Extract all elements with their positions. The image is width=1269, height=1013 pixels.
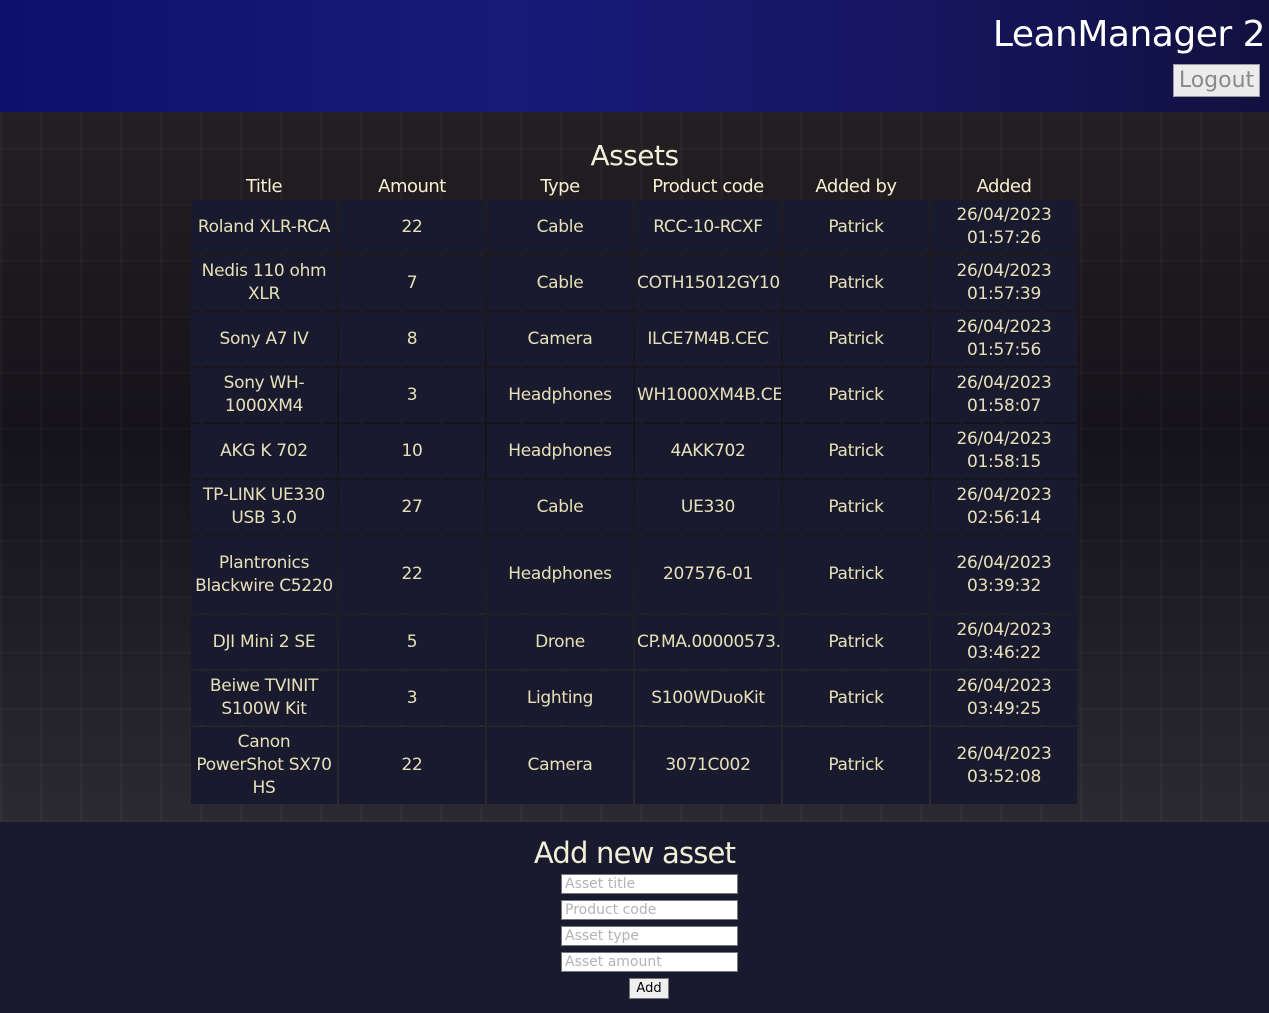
asset-title-input[interactable] — [561, 874, 738, 894]
cell-type: Cable — [487, 200, 633, 254]
cell-added-by: Patrick — [783, 424, 929, 478]
cell-product-code: RCC-10-RCXF — [635, 200, 781, 254]
cell-added: 26/04/2023 03:46:22 — [931, 615, 1077, 669]
cell-added-by: Patrick — [783, 312, 929, 366]
cell-added: 26/04/2023 01:58:07 — [931, 368, 1077, 422]
table-row: Plantronics Blackwire C5220 22 Headphone… — [191, 536, 1077, 613]
column-header-amount: Amount — [378, 175, 446, 197]
add-button[interactable]: Add — [629, 978, 669, 999]
table-row: Sony A7 IV 8 Camera ILCE7M4B.CEC Patrick… — [191, 312, 1077, 366]
cell-title: Canon PowerShot SX70 HS — [191, 727, 337, 804]
cell-added: 26/04/2023 03:39:32 — [931, 536, 1077, 613]
cell-added: 26/04/2023 01:58:15 — [931, 424, 1077, 478]
add-asset-title: Add new asset — [533, 836, 736, 870]
cell-title: TP-LINK UE330 USB 3.0 — [191, 480, 337, 534]
cell-type: Headphones — [487, 368, 633, 422]
cell-title: Sony A7 IV — [191, 312, 337, 366]
table-row: Sony WH-1000XM4 3 Headphones WH1000XM4B.… — [191, 368, 1077, 422]
cell-title: DJI Mini 2 SE — [191, 615, 337, 669]
cell-amount: 27 — [339, 480, 485, 534]
cell-amount: 7 — [339, 256, 485, 310]
asset-amount-input[interactable] — [561, 952, 738, 972]
cell-product-code: 4AKK702 — [635, 424, 781, 478]
cell-title: AKG K 702 — [191, 424, 337, 478]
cell-added: 26/04/2023 01:57:39 — [931, 256, 1077, 310]
cell-title: Roland XLR-RCA — [191, 200, 337, 254]
cell-product-code: S100WDuoKit — [635, 671, 781, 725]
cell-added-by: Patrick — [783, 256, 929, 310]
table-header-row: Title Amount Type Product code Added by … — [191, 174, 1077, 198]
app-title: LeanManager 2 — [992, 14, 1266, 55]
logout-button[interactable]: Logout — [1173, 64, 1260, 97]
cell-added-by: Patrick — [783, 671, 929, 725]
cell-type: Lighting — [487, 671, 633, 725]
cell-added: 26/04/2023 01:57:56 — [931, 312, 1077, 366]
cell-product-code: WH1000XM4B.CE7 — [635, 368, 781, 422]
cell-type: Headphones — [487, 424, 633, 478]
cell-added-by: Patrick — [783, 727, 929, 804]
table-row: DJI Mini 2 SE 5 Drone CP.MA.00000573.01 … — [191, 615, 1077, 669]
cell-product-code: 207576-01 — [635, 536, 781, 613]
cell-title: Sony WH-1000XM4 — [191, 368, 337, 422]
table-row: Roland XLR-RCA 22 Cable RCC-10-RCXF Patr… — [191, 200, 1077, 254]
cell-added-by: Patrick — [783, 536, 929, 613]
cell-product-code: UE330 — [635, 480, 781, 534]
cell-added: 26/04/2023 03:49:25 — [931, 671, 1077, 725]
table-row: AKG K 702 10 Headphones 4AKK702 Patrick … — [191, 424, 1077, 478]
cell-amount: 22 — [339, 200, 485, 254]
cell-product-code: COTH15012GY10 — [635, 256, 781, 310]
cell-product-code: 3071C002 — [635, 727, 781, 804]
cell-added-by: Patrick — [783, 200, 929, 254]
column-header-product-code: Product code — [652, 175, 764, 197]
table-row: Nedis 110 ohm XLR 7 Cable COTH15012GY10 … — [191, 256, 1077, 310]
cell-type: Headphones — [487, 536, 633, 613]
table-row: TP-LINK UE330 USB 3.0 27 Cable UE330 Pat… — [191, 480, 1077, 534]
product-code-input[interactable] — [561, 900, 738, 920]
assets-table: Title Amount Type Product code Added by … — [189, 172, 1079, 806]
table-row: Beiwe TVINIT S100W Kit 3 Lighting S100WD… — [191, 671, 1077, 725]
column-header-type: Type — [540, 175, 580, 197]
cell-amount: 8 — [339, 312, 485, 366]
cell-title: Plantronics Blackwire C5220 — [191, 536, 337, 613]
cell-added: 26/04/2023 03:52:08 — [931, 727, 1077, 804]
cell-amount: 10 — [339, 424, 485, 478]
cell-type: Cable — [487, 256, 633, 310]
cell-title: Nedis 110 ohm XLR — [191, 256, 337, 310]
cell-added-by: Patrick — [783, 368, 929, 422]
cell-added-by: Patrick — [783, 615, 929, 669]
cell-type: Camera — [487, 727, 633, 804]
cell-added: 26/04/2023 01:57:26 — [931, 200, 1077, 254]
cell-amount: 22 — [339, 536, 485, 613]
cell-amount: 3 — [339, 368, 485, 422]
cell-added-by: Patrick — [783, 480, 929, 534]
asset-type-input[interactable] — [561, 926, 738, 946]
cell-amount: 22 — [339, 727, 485, 804]
cell-type: Drone — [487, 615, 633, 669]
table-row: Canon PowerShot SX70 HS 22 Camera 3071C0… — [191, 727, 1077, 804]
cell-added: 26/04/2023 02:56:14 — [931, 480, 1077, 534]
column-header-title: Title — [245, 175, 283, 197]
cell-product-code: CP.MA.00000573.01 — [635, 615, 781, 669]
cell-amount: 3 — [339, 671, 485, 725]
column-header-added-by: Added by — [815, 175, 897, 197]
app-header: LeanManager 2 Logout — [0, 0, 1269, 112]
cell-product-code: ILCE7M4B.CEC — [635, 312, 781, 366]
assets-title: Assets — [590, 139, 679, 172]
column-header-added: Added — [976, 175, 1032, 197]
cell-type: Camera — [487, 312, 633, 366]
cell-type: Cable — [487, 480, 633, 534]
cell-title: Beiwe TVINIT S100W Kit — [191, 671, 337, 725]
cell-amount: 5 — [339, 615, 485, 669]
